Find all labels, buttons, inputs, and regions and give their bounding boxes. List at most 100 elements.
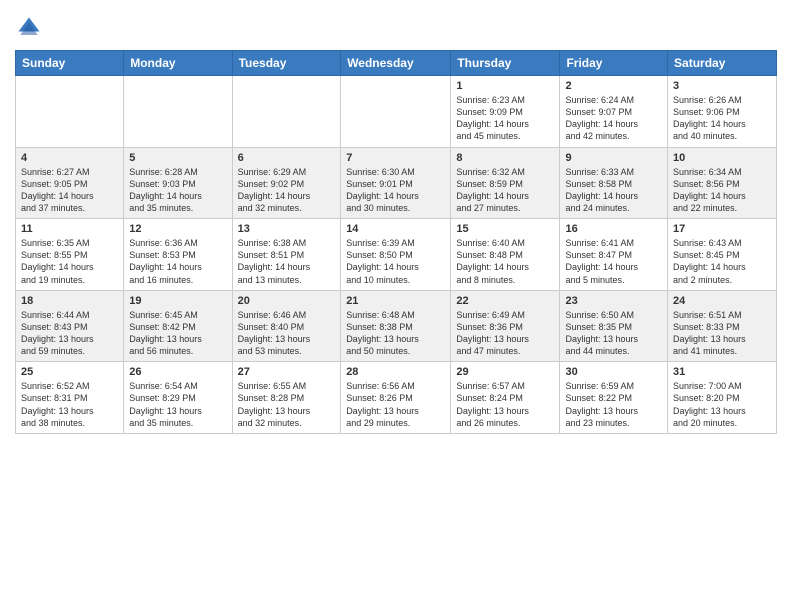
day-number: 18 <box>21 295 118 307</box>
logo-icon <box>15 14 43 42</box>
calendar-cell: 17 Sunrise: 6:43 AM Sunset: 8:45 PM Dayli… <box>668 219 777 291</box>
calendar-week-row: 18 Sunrise: 6:44 AM Sunset: 8:43 PM Dayli… <box>16 290 777 362</box>
day-number: 20 <box>238 295 336 307</box>
day-info: Sunrise: 6:54 AM Sunset: 8:29 PM Dayligh… <box>129 380 226 429</box>
day-info: Sunrise: 6:38 AM Sunset: 8:51 PM Dayligh… <box>238 237 336 286</box>
day-info: Sunrise: 6:51 AM Sunset: 8:33 PM Dayligh… <box>673 309 771 358</box>
day-info: Sunrise: 6:23 AM Sunset: 9:09 PM Dayligh… <box>456 94 554 143</box>
calendar-cell: 19 Sunrise: 6:45 AM Sunset: 8:42 PM Dayli… <box>124 290 232 362</box>
day-info: Sunrise: 6:49 AM Sunset: 8:36 PM Dayligh… <box>456 309 554 358</box>
calendar-cell: 25 Sunrise: 6:52 AM Sunset: 8:31 PM Dayli… <box>16 362 124 434</box>
day-number: 22 <box>456 295 554 307</box>
calendar-cell: 13 Sunrise: 6:38 AM Sunset: 8:51 PM Dayli… <box>232 219 341 291</box>
calendar-day-header: Monday <box>124 51 232 76</box>
day-number: 9 <box>565 152 662 164</box>
logo <box>15 14 47 42</box>
calendar-cell: 2 Sunrise: 6:24 AM Sunset: 9:07 PM Daylig… <box>560 76 668 148</box>
calendar-cell: 15Sunrise: 6:40 AM Sunset: 8:48 PM Dayli… <box>451 219 560 291</box>
day-number: 11 <box>21 223 118 235</box>
calendar-cell <box>232 76 341 148</box>
calendar-cell: 11 Sunrise: 6:35 AM Sunset: 8:55 PM Dayli… <box>16 219 124 291</box>
day-info: Sunrise: 6:40 AM Sunset: 8:48 PM Dayligh… <box>456 237 554 286</box>
day-info: Sunrise: 6:28 AM Sunset: 9:03 PM Dayligh… <box>129 166 226 215</box>
calendar-cell: 29 Sunrise: 6:57 AM Sunset: 8:24 PM Dayli… <box>451 362 560 434</box>
calendar-cell: 8 Sunrise: 6:32 AM Sunset: 8:59 PM Daylig… <box>451 147 560 219</box>
day-info: Sunrise: 6:33 AM Sunset: 8:58 PM Dayligh… <box>565 166 662 215</box>
day-info: Sunrise: 6:35 AM Sunset: 8:55 PM Dayligh… <box>21 237 118 286</box>
day-info: Sunrise: 6:34 AM Sunset: 8:56 PM Dayligh… <box>673 166 771 215</box>
day-info: Sunrise: 6:57 AM Sunset: 8:24 PM Dayligh… <box>456 380 554 429</box>
day-number: 26 <box>129 366 226 378</box>
day-info: Sunrise: 6:41 AM Sunset: 8:47 PM Dayligh… <box>565 237 662 286</box>
day-number: 30 <box>565 366 662 378</box>
day-info: Sunrise: 6:59 AM Sunset: 8:22 PM Dayligh… <box>565 380 662 429</box>
calendar-day-header: Friday <box>560 51 668 76</box>
day-info: Sunrise: 6:45 AM Sunset: 8:42 PM Dayligh… <box>129 309 226 358</box>
day-number: 14 <box>346 223 445 235</box>
day-info: Sunrise: 6:24 AM Sunset: 9:07 PM Dayligh… <box>565 94 662 143</box>
calendar-cell: 6 Sunrise: 6:29 AM Sunset: 9:02 PM Daylig… <box>232 147 341 219</box>
day-number: 5 <box>129 152 226 164</box>
day-number: 4 <box>21 152 118 164</box>
calendar-cell: 31 Sunrise: 7:00 AM Sunset: 8:20 PM Dayli… <box>668 362 777 434</box>
calendar-cell <box>124 76 232 148</box>
day-number: 23 <box>565 295 662 307</box>
calendar-week-row: 25 Sunrise: 6:52 AM Sunset: 8:31 PM Dayli… <box>16 362 777 434</box>
day-info: Sunrise: 6:30 AM Sunset: 9:01 PM Dayligh… <box>346 166 445 215</box>
day-number: 16 <box>565 223 662 235</box>
header <box>15 10 777 42</box>
day-number: 6 <box>238 152 336 164</box>
day-number: 25 <box>21 366 118 378</box>
calendar-cell: 30 Sunrise: 6:59 AM Sunset: 8:22 PM Dayli… <box>560 362 668 434</box>
calendar-cell: 23Sunrise: 6:50 AM Sunset: 8:35 PM Dayli… <box>560 290 668 362</box>
calendar-cell: 10 Sunrise: 6:34 AM Sunset: 8:56 PM Dayli… <box>668 147 777 219</box>
calendar-cell: 21Sunrise: 6:48 AM Sunset: 8:38 PM Dayli… <box>341 290 451 362</box>
calendar-cell: 5 Sunrise: 6:28 AM Sunset: 9:03 PM Daylig… <box>124 147 232 219</box>
day-info: Sunrise: 6:32 AM Sunset: 8:59 PM Dayligh… <box>456 166 554 215</box>
day-number: 3 <box>673 80 771 92</box>
calendar-cell: 20Sunrise: 6:46 AM Sunset: 8:40 PM Dayli… <box>232 290 341 362</box>
calendar-day-header: Thursday <box>451 51 560 76</box>
calendar-day-header: Saturday <box>668 51 777 76</box>
calendar-cell <box>16 76 124 148</box>
day-number: 31 <box>673 366 771 378</box>
day-number: 12 <box>129 223 226 235</box>
day-info: Sunrise: 6:48 AM Sunset: 8:38 PM Dayligh… <box>346 309 445 358</box>
day-info: Sunrise: 7:00 AM Sunset: 8:20 PM Dayligh… <box>673 380 771 429</box>
calendar-week-row: 4 Sunrise: 6:27 AM Sunset: 9:05 PM Daylig… <box>16 147 777 219</box>
day-number: 10 <box>673 152 771 164</box>
day-info: Sunrise: 6:36 AM Sunset: 8:53 PM Dayligh… <box>129 237 226 286</box>
day-info: Sunrise: 6:52 AM Sunset: 8:31 PM Dayligh… <box>21 380 118 429</box>
day-info: Sunrise: 6:44 AM Sunset: 8:43 PM Dayligh… <box>21 309 118 358</box>
calendar-header-row: SundayMondayTuesdayWednesdayThursdayFrid… <box>16 51 777 76</box>
day-number: 8 <box>456 152 554 164</box>
calendar-week-row: 11 Sunrise: 6:35 AM Sunset: 8:55 PM Dayli… <box>16 219 777 291</box>
calendar-cell: 4 Sunrise: 6:27 AM Sunset: 9:05 PM Daylig… <box>16 147 124 219</box>
day-number: 29 <box>456 366 554 378</box>
day-number: 19 <box>129 295 226 307</box>
day-number: 13 <box>238 223 336 235</box>
calendar-cell: 9 Sunrise: 6:33 AM Sunset: 8:58 PM Daylig… <box>560 147 668 219</box>
day-number: 24 <box>673 295 771 307</box>
day-info: Sunrise: 6:27 AM Sunset: 9:05 PM Dayligh… <box>21 166 118 215</box>
calendar-cell: 28Sunrise: 6:56 AM Sunset: 8:26 PM Dayli… <box>341 362 451 434</box>
day-info: Sunrise: 6:29 AM Sunset: 9:02 PM Dayligh… <box>238 166 336 215</box>
calendar-cell: 3 Sunrise: 6:26 AM Sunset: 9:06 PM Daylig… <box>668 76 777 148</box>
day-info: Sunrise: 6:56 AM Sunset: 8:26 PM Dayligh… <box>346 380 445 429</box>
day-number: 2 <box>565 80 662 92</box>
calendar-cell: 22 Sunrise: 6:49 AM Sunset: 8:36 PM Dayli… <box>451 290 560 362</box>
day-info: Sunrise: 6:43 AM Sunset: 8:45 PM Dayligh… <box>673 237 771 286</box>
calendar-cell: 14 Sunrise: 6:39 AM Sunset: 8:50 PM Dayli… <box>341 219 451 291</box>
calendar-cell: 18 Sunrise: 6:44 AM Sunset: 8:43 PM Dayli… <box>16 290 124 362</box>
calendar-cell: 12 Sunrise: 6:36 AM Sunset: 8:53 PM Dayli… <box>124 219 232 291</box>
calendar-cell <box>341 76 451 148</box>
day-number: 17 <box>673 223 771 235</box>
calendar-day-header: Tuesday <box>232 51 341 76</box>
day-info: Sunrise: 6:39 AM Sunset: 8:50 PM Dayligh… <box>346 237 445 286</box>
calendar-cell: 27Sunrise: 6:55 AM Sunset: 8:28 PM Dayli… <box>232 362 341 434</box>
day-info: Sunrise: 6:26 AM Sunset: 9:06 PM Dayligh… <box>673 94 771 143</box>
calendar-cell: 16 Sunrise: 6:41 AM Sunset: 8:47 PM Dayli… <box>560 219 668 291</box>
day-number: 27 <box>238 366 336 378</box>
calendar-cell: 24 Sunrise: 6:51 AM Sunset: 8:33 PM Dayli… <box>668 290 777 362</box>
calendar-day-header: Wednesday <box>341 51 451 76</box>
